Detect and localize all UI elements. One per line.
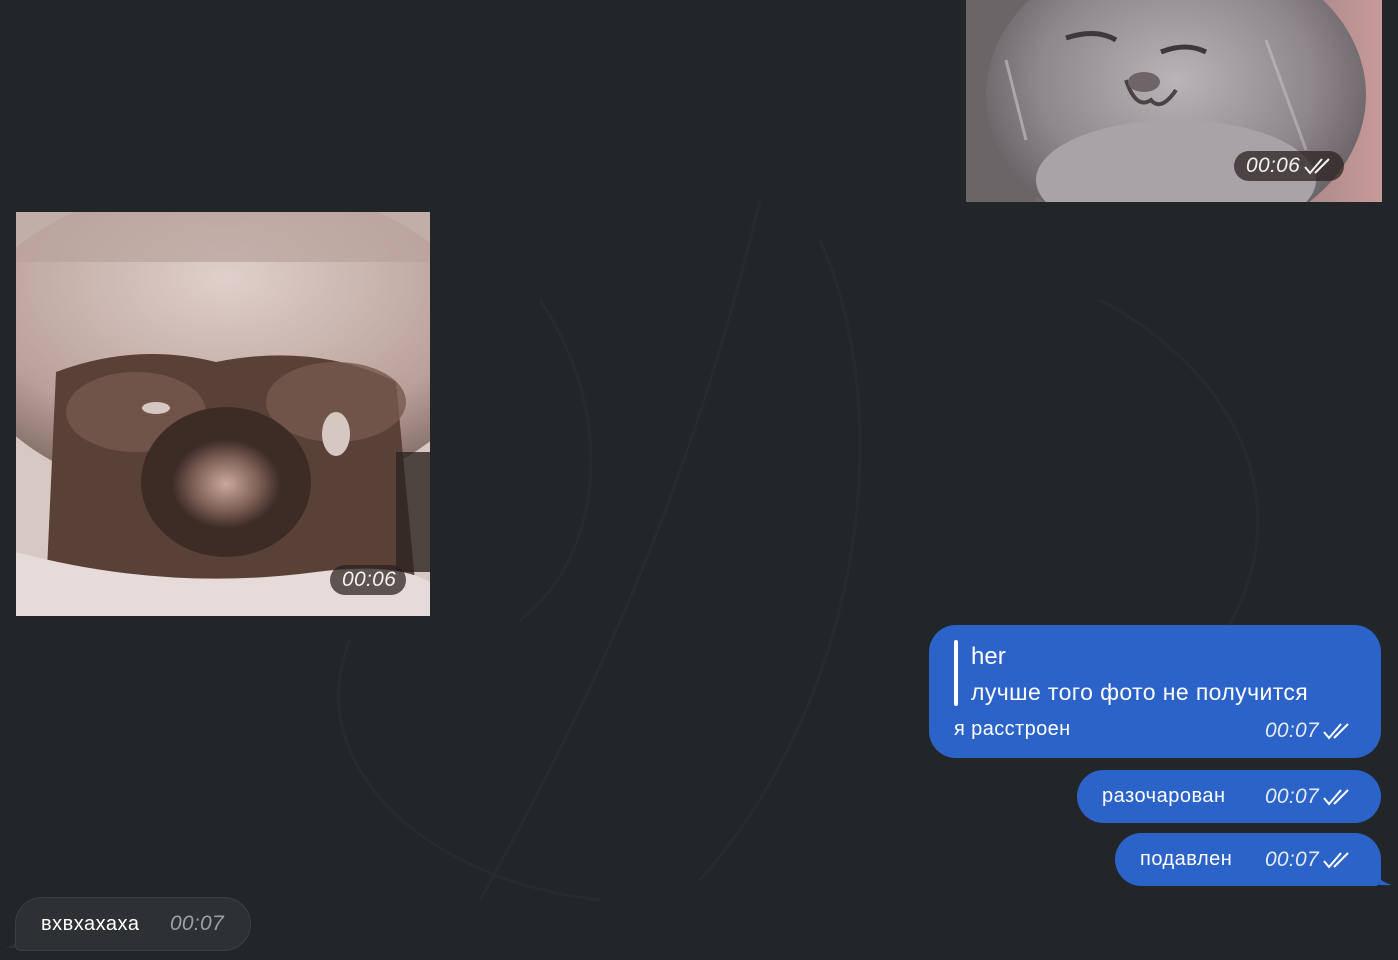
message-bubble[interactable]: подавлен 00:07 xyxy=(1115,833,1381,886)
message-timestamp: 00:07 xyxy=(1265,785,1353,809)
time-text: 00:07 xyxy=(169,912,224,935)
bubble-tail xyxy=(1370,862,1392,886)
double-check-icon xyxy=(1323,851,1349,869)
message-text: вхвхахаха xyxy=(41,912,140,935)
video-timestamp: 00:06 xyxy=(330,565,407,595)
crying-video-thumbnail xyxy=(16,212,430,616)
quote-author[interactable]: her xyxy=(971,643,1006,671)
message-timestamp: 00:07 xyxy=(170,912,224,936)
video-message-crying[interactable]: 00:06 xyxy=(16,212,430,616)
time-text: 00:07 xyxy=(1264,719,1319,742)
quote-bar xyxy=(954,640,958,706)
time-text: 00:06 xyxy=(342,568,397,591)
message-text: я расстроен xyxy=(954,718,1071,740)
message-text: подавлен xyxy=(1140,848,1233,870)
time-text: 00:06 xyxy=(1246,154,1301,177)
quote-text[interactable]: лучше того фото не получится xyxy=(971,679,1308,706)
video-timestamp: 00:06 xyxy=(1234,151,1345,181)
message-timestamp: 00:07 xyxy=(1265,848,1353,872)
message-bubble-incoming[interactable]: вхвхахаха 00:07 xyxy=(15,897,251,951)
message-text: разочарован xyxy=(1102,785,1226,807)
message-bubble[interactable]: разочарован 00:07 xyxy=(1077,770,1381,823)
video-message-cat[interactable]: 00:06 xyxy=(966,0,1382,202)
message-timestamp: 00:07 xyxy=(1265,719,1353,743)
double-check-icon xyxy=(1323,788,1349,806)
time-text: 00:07 xyxy=(1264,784,1319,808)
time-text: 00:07 xyxy=(1264,847,1319,871)
double-check-icon xyxy=(1323,723,1349,740)
message-bubble-reply[interactable]: her лучше того фото не получится я расст… xyxy=(929,625,1381,758)
double-check-icon xyxy=(1304,158,1330,175)
